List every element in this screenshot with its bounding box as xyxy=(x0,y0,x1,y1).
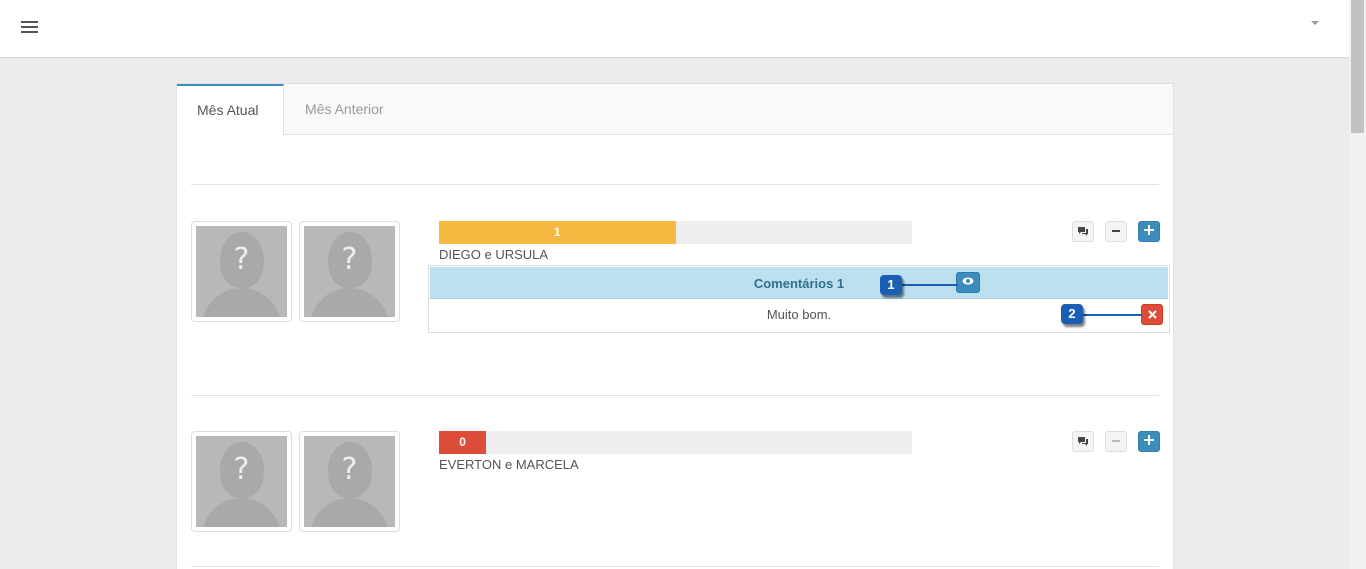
minus-icon xyxy=(1112,440,1120,442)
tab-mes-atual[interactable]: Mês Atual xyxy=(177,84,284,136)
increase-score-button[interactable] xyxy=(1138,431,1160,452)
unknown-user-icon: ? xyxy=(233,242,250,277)
vertical-scrollbar[interactable] xyxy=(1349,0,1366,569)
score-progress-bar: 0 xyxy=(439,431,912,454)
score-progress-bar: 1 xyxy=(439,221,912,244)
view-comments-button[interactable] xyxy=(956,272,980,293)
callout-line xyxy=(900,284,958,286)
annotation-marker: 2 xyxy=(1061,304,1083,324)
delete-comment-button[interactable] xyxy=(1141,304,1163,325)
eye-icon xyxy=(962,277,974,285)
minus-icon xyxy=(1112,230,1120,232)
callout-line xyxy=(1080,314,1142,316)
couple-names: DIEGO e URSULA xyxy=(439,247,549,262)
comments-box: Comentários 1 Muito bom. xyxy=(428,265,1170,333)
score-progress-fill: 1 xyxy=(439,221,676,244)
unknown-user-icon: ? xyxy=(341,452,358,487)
divider xyxy=(191,566,1159,567)
top-navbar xyxy=(0,0,1349,58)
avatar: ? xyxy=(191,431,292,532)
score-progress-fill: 0 xyxy=(439,431,487,454)
comments-icon xyxy=(1078,437,1088,446)
avatar: ? xyxy=(299,221,400,322)
caret-down-icon[interactable] xyxy=(1311,21,1319,25)
plus-icon xyxy=(1144,435,1154,445)
couple-names: EVERTON e MARCELA xyxy=(439,457,579,472)
scrollbar-thumb[interactable] xyxy=(1351,0,1364,133)
comment-button[interactable] xyxy=(1072,431,1094,452)
comment-item: Muito bom. xyxy=(766,307,832,322)
increase-score-button[interactable] xyxy=(1138,221,1160,242)
tab-mes-anterior[interactable]: Mês Anterior xyxy=(285,84,404,136)
divider xyxy=(191,184,1159,185)
avatar: ? xyxy=(191,221,292,322)
comments-header: Comentários 1 xyxy=(430,267,1168,299)
divider xyxy=(191,395,1159,396)
comments-icon xyxy=(1078,227,1088,236)
tab-bar: Mês Atual Mês Anterior xyxy=(177,84,1173,136)
avatar: ? xyxy=(299,431,400,532)
hamburger-icon[interactable] xyxy=(21,21,38,33)
decrease-score-button[interactable] xyxy=(1105,221,1127,242)
annotation-marker: 1 xyxy=(880,275,902,295)
plus-icon xyxy=(1144,225,1154,235)
unknown-user-icon: ? xyxy=(341,242,358,277)
close-icon xyxy=(1147,310,1157,319)
decrease-score-button[interactable] xyxy=(1105,431,1127,452)
unknown-user-icon: ? xyxy=(233,452,250,487)
comment-button[interactable] xyxy=(1072,221,1094,242)
